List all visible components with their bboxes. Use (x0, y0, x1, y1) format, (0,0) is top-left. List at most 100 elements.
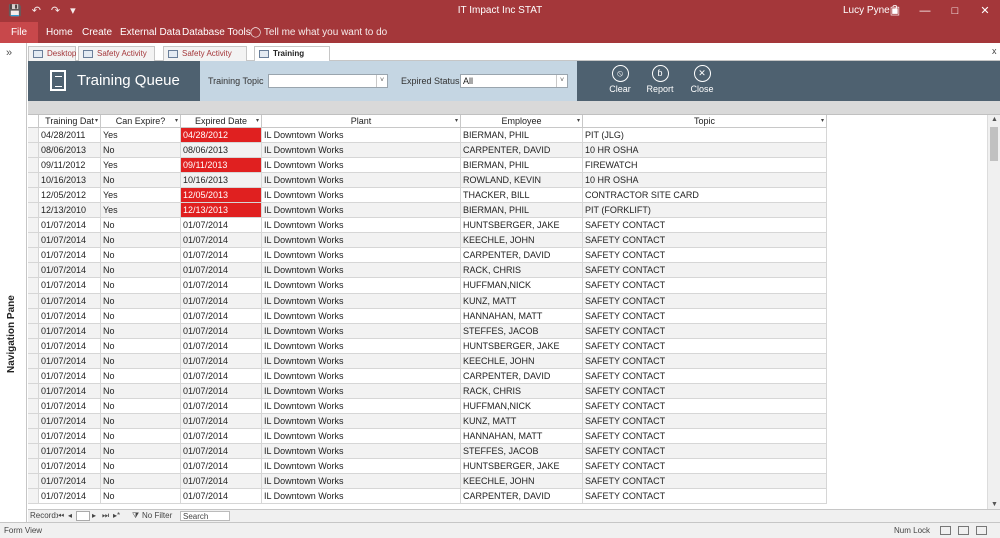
table-row[interactable]: 01/07/2014 No 01/07/2014 IL Downtown Works K… (28, 474, 827, 490)
cell-training-date[interactable]: 01/07/2014 (39, 218, 101, 234)
cell-expired-date[interactable]: 10/16/2013 (181, 173, 262, 189)
cell-can-expire[interactable]: No (101, 443, 181, 460)
row-selector[interactable] (28, 308, 39, 324)
table-row[interactable]: 01/07/2014 No 01/07/2014 IL Downtown Works R… (28, 263, 827, 279)
chevron-down-icon[interactable]: ▾ (256, 115, 259, 128)
col-header-expired-date[interactable]: Expired Date ▾ (181, 115, 262, 128)
cell-plant[interactable]: IL Downtown Works (262, 233, 461, 249)
cell-topic[interactable]: SAFETY CONTACT (583, 338, 827, 354)
cell-training-date[interactable]: 01/07/2014 (39, 263, 101, 279)
cell-topic[interactable]: SAFETY CONTACT (583, 278, 827, 294)
cell-plant[interactable]: IL Downtown Works (262, 173, 461, 189)
cell-can-expire[interactable]: No (101, 218, 181, 234)
scroll-up-icon[interactable]: ▲ (991, 116, 998, 123)
row-selector[interactable] (28, 489, 39, 505)
cell-topic[interactable]: SAFETY CONTACT (583, 353, 827, 369)
cell-plant[interactable]: IL Downtown Works (262, 308, 461, 324)
cell-plant[interactable]: IL Downtown Works (262, 383, 461, 399)
chevron-down-icon[interactable]: ▾ (577, 115, 580, 128)
cell-topic[interactable]: SAFETY CONTACT (583, 233, 827, 249)
row-selector[interactable] (28, 173, 39, 189)
cell-training-date[interactable]: 01/07/2014 (39, 368, 101, 384)
report-button[interactable]: ɓ Report (642, 65, 678, 94)
row-selector[interactable] (28, 443, 39, 460)
ribbon-display-icon[interactable]: ▣ (880, 0, 910, 22)
cell-expired-date[interactable]: 01/07/2014 (181, 263, 262, 279)
row-selector[interactable] (28, 398, 39, 414)
table-row[interactable]: 04/28/2011 Yes 04/28/2012 IL Downtown Works… (28, 128, 827, 144)
cell-expired-date[interactable]: 01/07/2014 (181, 474, 262, 490)
cell-expired-date[interactable]: 01/07/2014 (181, 293, 262, 309)
cell-employee[interactable]: STEFFES, JACOB (461, 443, 583, 460)
row-selector[interactable] (28, 459, 39, 475)
cell-training-date[interactable]: 01/07/2014 (39, 474, 101, 490)
cell-topic[interactable]: SAFETY CONTACT (583, 293, 827, 309)
cell-can-expire[interactable]: Yes (101, 188, 181, 204)
cell-plant[interactable]: IL Downtown Works (262, 293, 461, 309)
chevron-down-icon[interactable]: ▾ (455, 115, 458, 128)
cell-plant[interactable]: IL Downtown Works (262, 338, 461, 354)
table-row[interactable]: 08/06/2013 No 08/06/2013 IL Downtown Works C… (28, 143, 827, 159)
row-selector[interactable] (28, 233, 39, 249)
row-selector[interactable] (28, 143, 39, 159)
cell-can-expire[interactable]: Yes (101, 158, 181, 174)
design-view-icon[interactable] (976, 526, 987, 535)
row-selector[interactable] (28, 128, 39, 144)
cell-topic[interactable]: SAFETY CONTACT (583, 248, 827, 264)
cell-can-expire[interactable]: No (101, 173, 181, 189)
cell-can-expire[interactable]: No (101, 233, 181, 249)
table-row[interactable]: 01/07/2014 No 01/07/2014 IL Downtown Works R… (28, 383, 827, 399)
table-row[interactable]: 01/07/2014 No 01/07/2014 IL Downtown Works H… (28, 278, 827, 294)
cell-training-date[interactable]: 01/07/2014 (39, 413, 101, 429)
cell-topic[interactable]: SAFETY CONTACT (583, 489, 827, 505)
cell-can-expire[interactable]: No (101, 263, 181, 279)
cell-employee[interactable]: HUFFMAN,NICK (461, 398, 583, 414)
cell-expired-date[interactable]: 01/07/2014 (181, 278, 262, 294)
cell-topic[interactable]: SAFETY CONTACT (583, 368, 827, 384)
cell-training-date[interactable]: 01/07/2014 (39, 459, 101, 475)
tell-me-box[interactable]: ◯ Tell me what you want to do (250, 27, 387, 38)
cell-topic[interactable]: SAFETY CONTACT (583, 398, 827, 414)
cell-employee[interactable]: HUNTSBERGER, JAKE (461, 459, 583, 475)
cell-training-date[interactable]: 01/07/2014 (39, 489, 101, 505)
select-all-cell[interactable] (28, 115, 39, 128)
cell-training-date[interactable]: 12/13/2010 (39, 203, 101, 219)
row-selector[interactable] (28, 338, 39, 354)
cell-plant[interactable]: IL Downtown Works (262, 263, 461, 279)
row-selector[interactable] (28, 158, 39, 174)
cell-expired-date[interactable]: 01/07/2014 (181, 383, 262, 399)
close-tab-icon[interactable]: x (992, 46, 997, 56)
cell-can-expire[interactable]: No (101, 338, 181, 354)
row-selector[interactable] (28, 323, 39, 339)
cell-employee[interactable]: HANNAHAN, MATT (461, 428, 583, 444)
cell-employee[interactable]: CARPENTER, DAVID (461, 143, 583, 159)
chevron-down-icon[interactable]: ▾ (95, 115, 98, 128)
col-header-employee[interactable]: Employee ▾ (461, 115, 583, 128)
row-selector[interactable] (28, 428, 39, 444)
current-record-field[interactable] (76, 511, 90, 521)
cell-can-expire[interactable]: No (101, 308, 181, 324)
cell-training-date[interactable]: 09/11/2012 (39, 158, 101, 174)
scroll-thumb[interactable] (990, 127, 998, 161)
col-header-plant[interactable]: Plant ▾ (262, 115, 461, 128)
cell-can-expire[interactable]: No (101, 398, 181, 414)
cell-can-expire[interactable]: No (101, 428, 181, 444)
cell-employee[interactable]: RACK, CHRIS (461, 263, 583, 279)
cell-can-expire[interactable]: Yes (101, 203, 181, 219)
cell-plant[interactable]: IL Downtown Works (262, 398, 461, 414)
cell-topic[interactable]: SAFETY CONTACT (583, 459, 827, 475)
cell-topic[interactable]: SAFETY CONTACT (583, 443, 827, 460)
table-row[interactable]: 01/07/2014 No 01/07/2014 IL Downtown Works K… (28, 413, 827, 429)
cell-expired-date[interactable]: 01/07/2014 (181, 308, 262, 324)
row-selector[interactable] (28, 218, 39, 234)
cell-employee[interactable]: ROWLAND, KEVIN (461, 173, 583, 189)
cell-expired-date[interactable]: 01/07/2014 (181, 413, 262, 429)
row-selector[interactable] (28, 474, 39, 490)
row-selector[interactable] (28, 278, 39, 294)
table-row[interactable]: 09/11/2012 Yes 09/11/2013 IL Downtown Works… (28, 158, 827, 174)
cell-training-date[interactable]: 10/16/2013 (39, 173, 101, 189)
cell-can-expire[interactable]: No (101, 248, 181, 264)
cell-plant[interactable]: IL Downtown Works (262, 368, 461, 384)
cell-expired-date[interactable]: 12/05/2013 (181, 188, 262, 204)
cell-plant[interactable]: IL Downtown Works (262, 218, 461, 234)
